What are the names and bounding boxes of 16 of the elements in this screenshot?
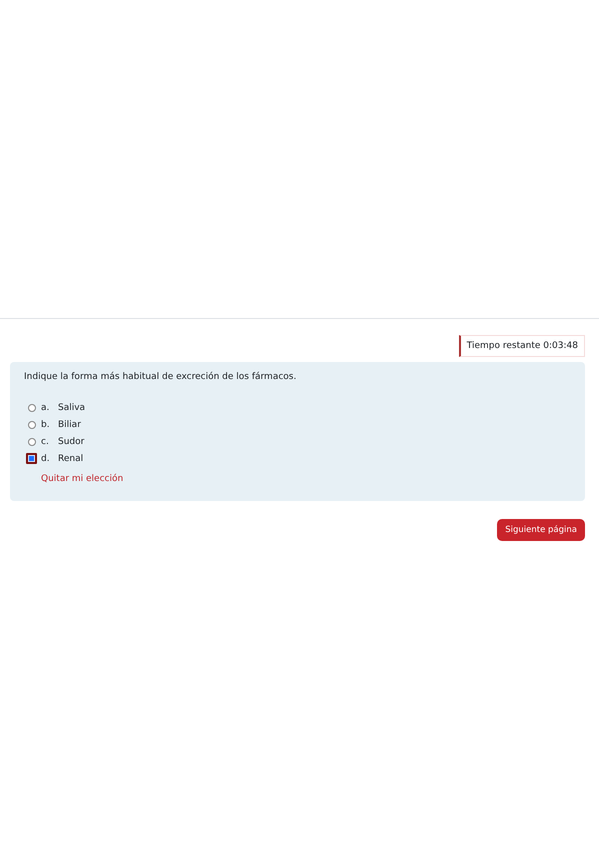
- option-letter: d.: [41, 454, 51, 464]
- next-page-button[interactable]: Siguiente página: [497, 519, 585, 541]
- option-label[interactable]: Renal: [58, 454, 84, 464]
- option-letter: b.: [41, 420, 51, 430]
- option-label[interactable]: Sudor: [58, 436, 84, 446]
- option-label[interactable]: Biliar: [58, 420, 81, 430]
- timer: Tiempo restante 0:03:48: [458, 335, 585, 357]
- option-label[interactable]: Saliva: [58, 402, 86, 412]
- radio-button[interactable]: [26, 453, 37, 464]
- radio-button[interactable]: [28, 438, 36, 446]
- question-text: Indique la forma más habitual de excreción de los fármacos.: [24, 372, 298, 382]
- option-letter: c.: [41, 436, 50, 446]
- radio-button[interactable]: [28, 404, 36, 412]
- clear-choice-link[interactable]: Quitar mi elección: [41, 474, 124, 484]
- radio-button[interactable]: [28, 420, 36, 428]
- option-letter: a.: [41, 402, 50, 412]
